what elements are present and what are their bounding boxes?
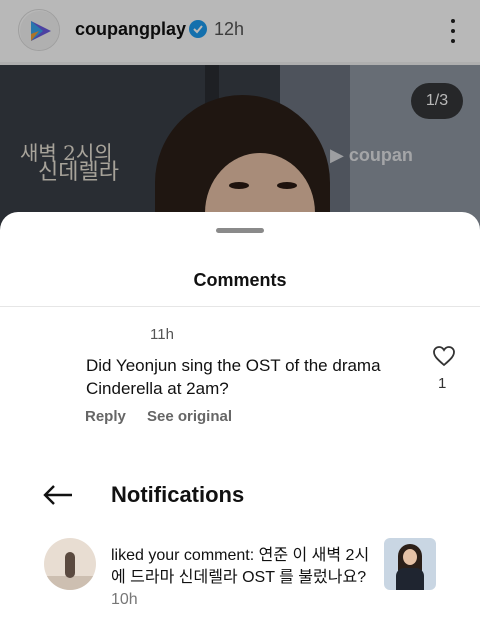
avatar[interactable]	[44, 538, 96, 590]
divider	[0, 306, 480, 307]
like-count[interactable]: 1	[438, 375, 446, 392]
notifications-title: Notifications	[111, 482, 245, 507]
notification-text[interactable]: liked your comment: 연준 이 새벽 2시에 드라마 신데렐라…	[111, 545, 376, 611]
heart-icon[interactable]	[432, 345, 456, 367]
drag-handle[interactable]	[216, 228, 264, 233]
comment-text: Did Yeonjun sing the OST of the drama Ci…	[86, 356, 381, 398]
back-arrow-icon[interactable]	[42, 484, 74, 506]
post-thumbnail[interactable]	[384, 538, 436, 590]
post-background: coupangplay 12h 새벽 2시의 신데렐라 ▶ coupan 1/3	[0, 0, 480, 240]
dim-overlay[interactable]	[0, 0, 480, 240]
comments-sheet: Comments 11h Did Yeonjun sing the OST of…	[0, 212, 480, 640]
comment-time: 11h	[150, 326, 174, 343]
see-original-button[interactable]: See original	[147, 408, 232, 425]
reply-button[interactable]: Reply	[85, 408, 126, 425]
sheet-title: Comments	[193, 270, 287, 290]
